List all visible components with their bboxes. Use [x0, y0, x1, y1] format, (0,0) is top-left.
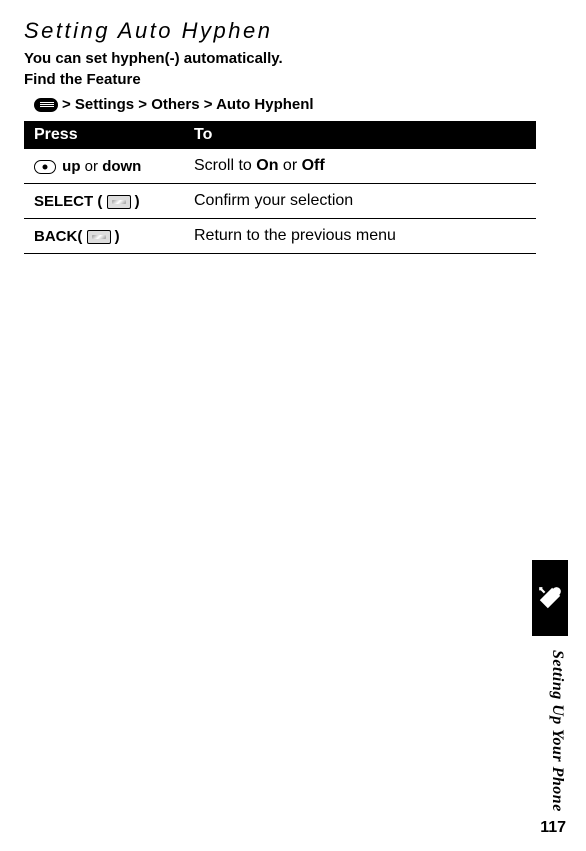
- instruction-table: Press To up or down Scroll to On or Off …: [24, 121, 536, 254]
- section-tab: [532, 560, 568, 636]
- to-text-bold: On: [256, 157, 278, 174]
- table-row: SELECT ( ) Confirm your selection: [24, 184, 536, 219]
- press-cell: SELECT ( ): [24, 184, 184, 219]
- nav-key-icon: [34, 160, 56, 174]
- press-text: SELECT (: [34, 193, 107, 210]
- to-text: or: [278, 157, 301, 174]
- table-row: up or down Scroll to On or Off: [24, 149, 536, 184]
- breadcrumb: > Settings > Others > Auto Hyphenl: [34, 96, 536, 113]
- menu-icon: [34, 98, 58, 112]
- press-text: ): [111, 228, 120, 245]
- press-cell: BACK( ): [24, 219, 184, 254]
- section-heading: Setting Auto Hyphen: [24, 18, 536, 44]
- to-text-bold: Off: [302, 157, 325, 174]
- section-side-label: Setting Up Your Phone: [548, 650, 566, 812]
- to-cell: Confirm your selection: [184, 184, 536, 219]
- tools-icon: [537, 585, 563, 611]
- press-text-bold: up: [62, 158, 80, 175]
- section-description: You can set hyphen(-) automatically.: [24, 50, 536, 67]
- to-cell: Scroll to On or Off: [184, 149, 536, 184]
- press-text-bold: down: [102, 158, 141, 175]
- page-number: 117: [540, 819, 566, 837]
- to-text: Scroll to: [194, 157, 256, 174]
- table-header-press: Press: [24, 121, 184, 149]
- press-text: BACK(: [34, 228, 87, 245]
- press-cell: up or down: [24, 149, 184, 184]
- soft-key-icon: [87, 230, 111, 244]
- breadcrumb-text: > Settings > Others > Auto Hyphenl: [62, 96, 314, 113]
- to-cell: Return to the previous menu: [184, 219, 536, 254]
- soft-key-icon: [107, 195, 131, 209]
- find-feature-label: Find the Feature: [24, 71, 536, 88]
- table-row: BACK( ) Return to the previous menu: [24, 219, 536, 254]
- press-text: or: [81, 158, 103, 175]
- press-text: ): [131, 193, 140, 210]
- table-header-to: To: [184, 121, 536, 149]
